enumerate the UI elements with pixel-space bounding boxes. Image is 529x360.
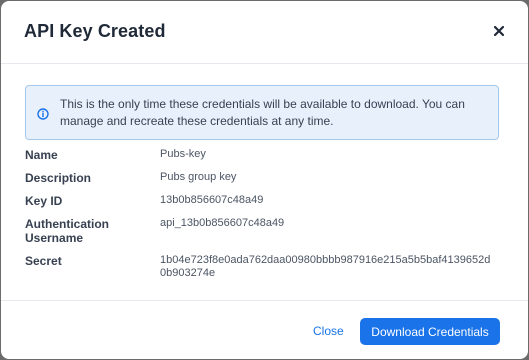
download-credentials-button[interactable]: Download Credentials <box>360 318 500 345</box>
dialog-footer: Close Download Credentials <box>1 300 528 359</box>
close-button[interactable]: Close <box>305 320 352 342</box>
detail-label: Secret <box>25 254 62 268</box>
dialog-header: API Key Created <box>1 1 528 64</box>
detail-value: 1b04e723f8e0ada762daa00980bbbb987916e215… <box>160 254 491 279</box>
info-icon <box>37 107 49 120</box>
detail-value: Pubs group key <box>160 171 237 183</box>
detail-value: 13b0b856607c48a49 <box>160 194 264 206</box>
detail-label: Description <box>25 171 92 185</box>
detail-value: Pubs-key <box>160 148 206 160</box>
info-notice: This is the only time these credentials … <box>25 85 499 140</box>
dialog-title: API Key Created <box>24 21 166 41</box>
detail-label: Key ID <box>25 194 63 208</box>
detail-label: Name <box>25 148 58 162</box>
info-notice-text: This is the only time these credentials … <box>60 97 465 128</box>
detail-label: Authentication Username <box>25 217 109 245</box>
close-icon[interactable] <box>491 23 507 39</box>
api-key-created-dialog: API Key Created This is the only time th… <box>1 1 528 359</box>
detail-value: api_13b0b856607c48a49 <box>160 217 285 229</box>
